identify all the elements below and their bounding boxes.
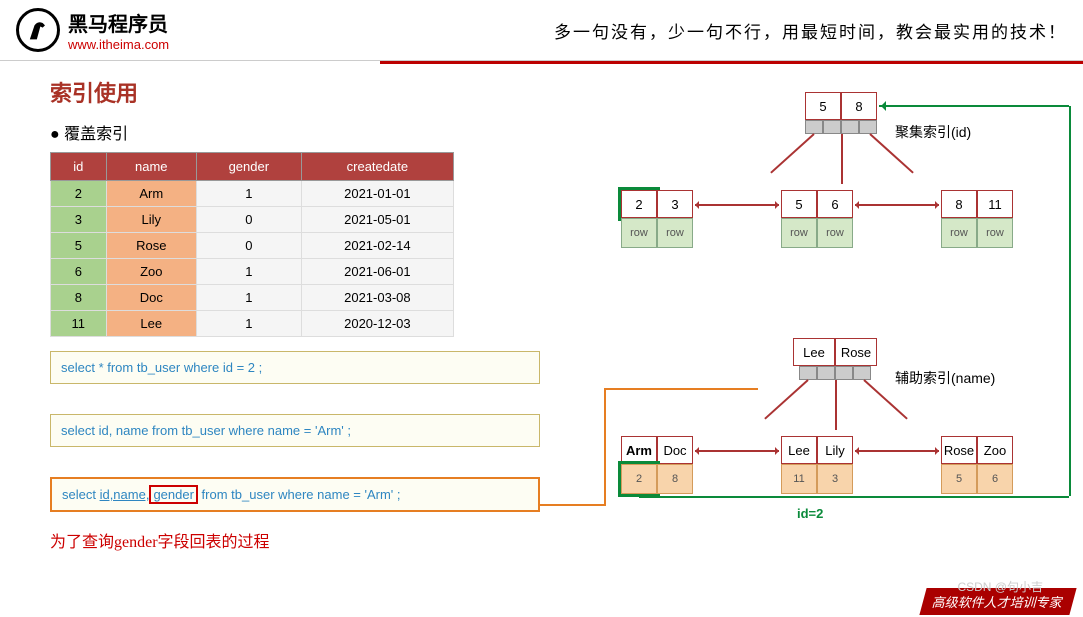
sql-select: select bbox=[62, 487, 100, 502]
index-diagram: 5 8 聚集索引(id) 23 rowrow 56 rowrow 811 row… bbox=[615, 92, 1075, 594]
tree2-leaf: LeeLily 113 bbox=[781, 436, 853, 494]
leaf-data: row bbox=[977, 218, 1013, 248]
sql-cols: id,name, bbox=[100, 487, 150, 502]
leaf-key: Zoo bbox=[977, 436, 1013, 464]
leaf-data: row bbox=[657, 218, 693, 248]
cell-gender: 0 bbox=[196, 233, 301, 259]
col-id: id bbox=[51, 153, 107, 181]
header: 黑马程序员 www.itheima.com 多一句没有，少一句不行，用最短时间，… bbox=[0, 0, 1083, 61]
tree2-label: 辅助索引(name) bbox=[895, 368, 995, 388]
tree1-leaf: 23 rowrow bbox=[621, 190, 693, 248]
leaf-key: 5 bbox=[781, 190, 817, 218]
tree2-leaf: ArmDoc 28 bbox=[621, 436, 693, 494]
cell-id: 11 bbox=[51, 311, 107, 337]
cell-name: Lee bbox=[106, 311, 196, 337]
result-label: id=2 bbox=[797, 506, 823, 521]
leaf-data: row bbox=[817, 218, 853, 248]
leaf-key: 3 bbox=[657, 190, 693, 218]
root-key: 8 bbox=[841, 92, 877, 120]
leaf-data: 3 bbox=[817, 464, 853, 494]
leaf-data: row bbox=[781, 218, 817, 248]
logo: 黑马程序员 www.itheima.com bbox=[16, 8, 169, 52]
cell-date: 2021-05-01 bbox=[301, 207, 453, 233]
table-row: 3Lily02021-05-01 bbox=[51, 207, 454, 233]
leaf-key-hl: 2 bbox=[621, 190, 657, 218]
cell-name: Arm bbox=[106, 181, 196, 207]
table-row: 5Rose02021-02-14 bbox=[51, 233, 454, 259]
tree2-root: Lee Rose bbox=[793, 338, 877, 366]
table-row: 11Lee12020-12-03 bbox=[51, 311, 454, 337]
leaf-key: 8 bbox=[941, 190, 977, 218]
data-table: idnamegendercreatedate 2Arm12021-01-013L… bbox=[50, 152, 454, 337]
cell-name: Lily bbox=[106, 207, 196, 233]
cell-name: Doc bbox=[106, 285, 196, 311]
tree2-leaf: RoseZoo 56 bbox=[941, 436, 1013, 494]
connector-line bbox=[540, 504, 606, 506]
leaf-data: 5 bbox=[941, 464, 977, 494]
cell-id: 3 bbox=[51, 207, 107, 233]
cell-gender: 0 bbox=[196, 207, 301, 233]
col-gender: gender bbox=[196, 153, 301, 181]
leaf-key: 11 bbox=[977, 190, 1013, 218]
col-createdate: createdate bbox=[301, 153, 453, 181]
leaf-key: 6 bbox=[817, 190, 853, 218]
sql-gender-highlight: gender bbox=[149, 485, 197, 504]
leaf-key: Arm bbox=[621, 436, 657, 464]
cell-gender: 1 bbox=[196, 311, 301, 337]
slogan: 多一句没有，少一句不行，用最短时间，教会最实用的技术！ bbox=[554, 18, 1067, 43]
cell-date: 2021-06-01 bbox=[301, 259, 453, 285]
tree1-label: 聚集索引(id) bbox=[895, 122, 971, 142]
cell-gender: 1 bbox=[196, 259, 301, 285]
tree1-root: 5 8 bbox=[805, 92, 877, 120]
leaf-data: 11 bbox=[781, 464, 817, 494]
connector-line bbox=[604, 388, 606, 506]
tree1-leaf: 811 rowrow bbox=[941, 190, 1013, 248]
horse-logo-icon bbox=[16, 8, 60, 52]
root-key: Lee bbox=[793, 338, 835, 366]
tree1-leaf: 56 rowrow bbox=[781, 190, 853, 248]
leaf-key: Rose bbox=[941, 436, 977, 464]
cell-gender: 1 bbox=[196, 285, 301, 311]
table-row: 2Arm12021-01-01 bbox=[51, 181, 454, 207]
leaf-key: Lee bbox=[781, 436, 817, 464]
watermark: CSDN @句小吉 bbox=[957, 578, 1043, 595]
leaf-data-hl: 2 bbox=[621, 464, 657, 494]
cell-date: 2021-01-01 bbox=[301, 181, 453, 207]
leaf-data: row bbox=[941, 218, 977, 248]
cell-name: Rose bbox=[106, 233, 196, 259]
root-key: Rose bbox=[835, 338, 877, 366]
leaf-data: 8 bbox=[657, 464, 693, 494]
sql-query-3: select id,name,gender from tb_user where… bbox=[50, 477, 540, 512]
cell-name: Zoo bbox=[106, 259, 196, 285]
sql-rest: from tb_user where name = 'Arm' ; bbox=[198, 487, 401, 502]
cell-gender: 1 bbox=[196, 181, 301, 207]
sql-query-2: select id, name from tb_user where name … bbox=[50, 414, 540, 447]
table-row: 8Doc12021-03-08 bbox=[51, 285, 454, 311]
cell-id: 6 bbox=[51, 259, 107, 285]
cell-date: 2021-02-14 bbox=[301, 233, 453, 259]
cell-id: 2 bbox=[51, 181, 107, 207]
table-row: 6Zoo12021-06-01 bbox=[51, 259, 454, 285]
cell-date: 2021-03-08 bbox=[301, 285, 453, 311]
cell-id: 5 bbox=[51, 233, 107, 259]
clustered-index-tree: 5 8 聚集索引(id) 23 rowrow 56 rowrow 811 row… bbox=[615, 92, 1075, 292]
cell-id: 8 bbox=[51, 285, 107, 311]
leaf-data: 6 bbox=[977, 464, 1013, 494]
leaf-data: row bbox=[621, 218, 657, 248]
cell-date: 2020-12-03 bbox=[301, 311, 453, 337]
brand-name: 黑马程序员 bbox=[68, 8, 169, 37]
col-name: name bbox=[106, 153, 196, 181]
brand-url: www.itheima.com bbox=[68, 37, 169, 52]
sql-query-1: select * from tb_user where id = 2 ; bbox=[50, 351, 540, 384]
secondary-index-tree: Lee Rose 辅助索引(name) ArmDoc 28 LeeLily 11… bbox=[615, 338, 1075, 548]
leaf-key: Doc bbox=[657, 436, 693, 464]
leaf-key: Lily bbox=[817, 436, 853, 464]
root-key: 5 bbox=[805, 92, 841, 120]
